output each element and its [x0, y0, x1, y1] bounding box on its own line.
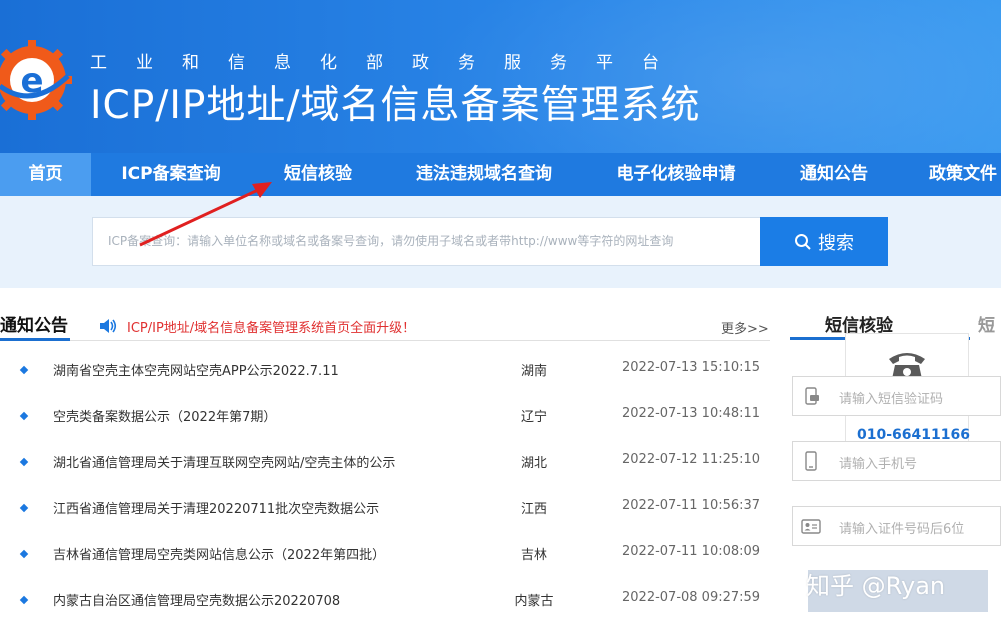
id-number-field[interactable]: 请输入证件号码后6位	[792, 506, 1001, 546]
notice-row-title[interactable]: 江西省通信管理局关于清理20220711批次空壳数据公示	[53, 498, 379, 517]
main-nav: 首页 ICP备案查询 短信核验 违法违规域名查询 电子化核验申请 通知公告 政策…	[0, 153, 1001, 196]
search-icon	[795, 233, 811, 250]
bullet-icon	[19, 411, 29, 421]
notice-heading-underline	[0, 338, 70, 341]
notice-row[interactable]: 湖北省通信管理局关于清理互联网空壳网站/空壳主体的公示 湖北 2022-07-1…	[0, 452, 770, 498]
site-header: e 工业和信息化部政务服务平台 ICP/IP地址/域名信息备案管理系统	[0, 0, 1001, 153]
notice-row-date: 2022-07-11 10:08:09	[622, 544, 761, 559]
id-card-icon	[801, 519, 821, 534]
search-band: ICP备案查询：请输入单位名称或域名或备案号查询，请勿使用子域名或者带http:…	[0, 196, 1001, 288]
notice-row-province: 辽宁	[520, 410, 547, 425]
bullet-icon	[19, 595, 29, 605]
notice-row[interactable]: 湖南省空壳主体空壳网站空壳APP公示2022.7.11 湖南 2022-07-1…	[0, 360, 770, 406]
mobile-number-field[interactable]: 请输入手机号	[792, 441, 1001, 481]
notice-row-title[interactable]: 吉林省通信管理局空壳类网站信息公示（2022年第四批）	[53, 544, 385, 563]
notice-row-title[interactable]: 湖南省空壳主体空壳网站空壳APP公示2022.7.11	[53, 360, 339, 379]
mobile-number-placeholder: 请输入手机号	[839, 457, 918, 472]
notice-row-title[interactable]: 湖北省通信管理局关于清理互联网空壳网站/空壳主体的公示	[53, 452, 395, 471]
search-button[interactable]: 搜索	[760, 217, 888, 266]
nav-electronic-verify[interactable]: 电子化核验申请	[583, 153, 769, 196]
announcement-marquee[interactable]: ICP/IP地址/域名信息备案管理系统首页全面升级！	[127, 317, 415, 336]
search-button-label: 搜索	[818, 232, 854, 254]
notice-row[interactable]: 吉林省通信管理局空壳类网站信息公示（2022年第四批） 吉林 2022-07-1…	[0, 544, 770, 590]
header-subtitle: 工业和信息化部政务服务平台	[90, 53, 688, 73]
nav-notices[interactable]: 通知公告	[769, 153, 899, 196]
notice-row-date: 2022-07-13 15:10:15	[622, 360, 761, 375]
header-title: ICP/IP地址/域名信息备案管理系统	[90, 83, 701, 128]
notice-row[interactable]: 江西省通信管理局关于清理20220711批次空壳数据公示 江西 2022-07-…	[0, 498, 770, 544]
notice-row-title[interactable]: 内蒙古自治区通信管理局空壳数据公示20220708	[53, 590, 340, 609]
notice-row-province: 吉林	[520, 548, 547, 563]
notice-row[interactable]: 空壳类备案数据公示（2022年第7期） 辽宁 2022-07-13 10:48:…	[0, 406, 770, 452]
gear-e-logo: e	[0, 40, 72, 120]
search-input[interactable]: ICP备案查询：请输入单位名称或域名或备案号查询，请勿使用子域名或者带http:…	[92, 217, 760, 266]
nav-home[interactable]: 首页	[0, 153, 91, 196]
more-link[interactable]: 更多>>	[721, 318, 769, 337]
bullet-icon	[19, 457, 29, 467]
bullet-icon	[19, 365, 29, 375]
notice-heading[interactable]: 通知公告	[0, 311, 68, 336]
bullet-icon	[19, 549, 29, 559]
nav-sms-verify[interactable]: 短信核验	[251, 153, 385, 196]
mobile-phone-icon	[805, 451, 817, 471]
sms-code-placeholder: 请输入短信验证码	[839, 392, 944, 407]
notice-row-date: 2022-07-12 11:25:10	[622, 452, 761, 467]
bullet-icon	[19, 503, 29, 513]
speaker-icon	[100, 319, 117, 333]
nav-icp-query[interactable]: ICP备案查询	[91, 153, 251, 196]
notice-row-date: 2022-07-13 10:48:11	[622, 406, 761, 421]
notice-row-date: 2022-07-08 09:27:59	[622, 590, 761, 605]
second-tab-label[interactable]: 短	[978, 311, 995, 336]
notice-divider	[0, 340, 770, 341]
notice-row-province: 湖南	[520, 364, 547, 379]
nav-policy-docs[interactable]: 政策文件	[899, 153, 1001, 196]
sms-code-field[interactable]: 请输入短信验证码	[792, 376, 1001, 416]
notice-row-province: 内蒙古	[514, 594, 554, 609]
sms-code-icon	[805, 387, 819, 405]
nav-illegal-domain-query[interactable]: 违法违规域名查询	[385, 153, 583, 196]
notice-row-province: 江西	[520, 502, 547, 517]
zhihu-watermark: 知乎 @Ryan	[806, 572, 946, 600]
notice-row[interactable]: 内蒙古自治区通信管理局空壳数据公示20220708 内蒙古 2022-07-08…	[0, 590, 770, 633]
notice-row-province: 湖北	[520, 456, 547, 471]
notice-row-title[interactable]: 空壳类备案数据公示（2022年第7期）	[53, 406, 276, 425]
id-number-placeholder: 请输入证件号码后6位	[839, 522, 965, 537]
notice-row-date: 2022-07-11 10:56:37	[622, 498, 761, 513]
